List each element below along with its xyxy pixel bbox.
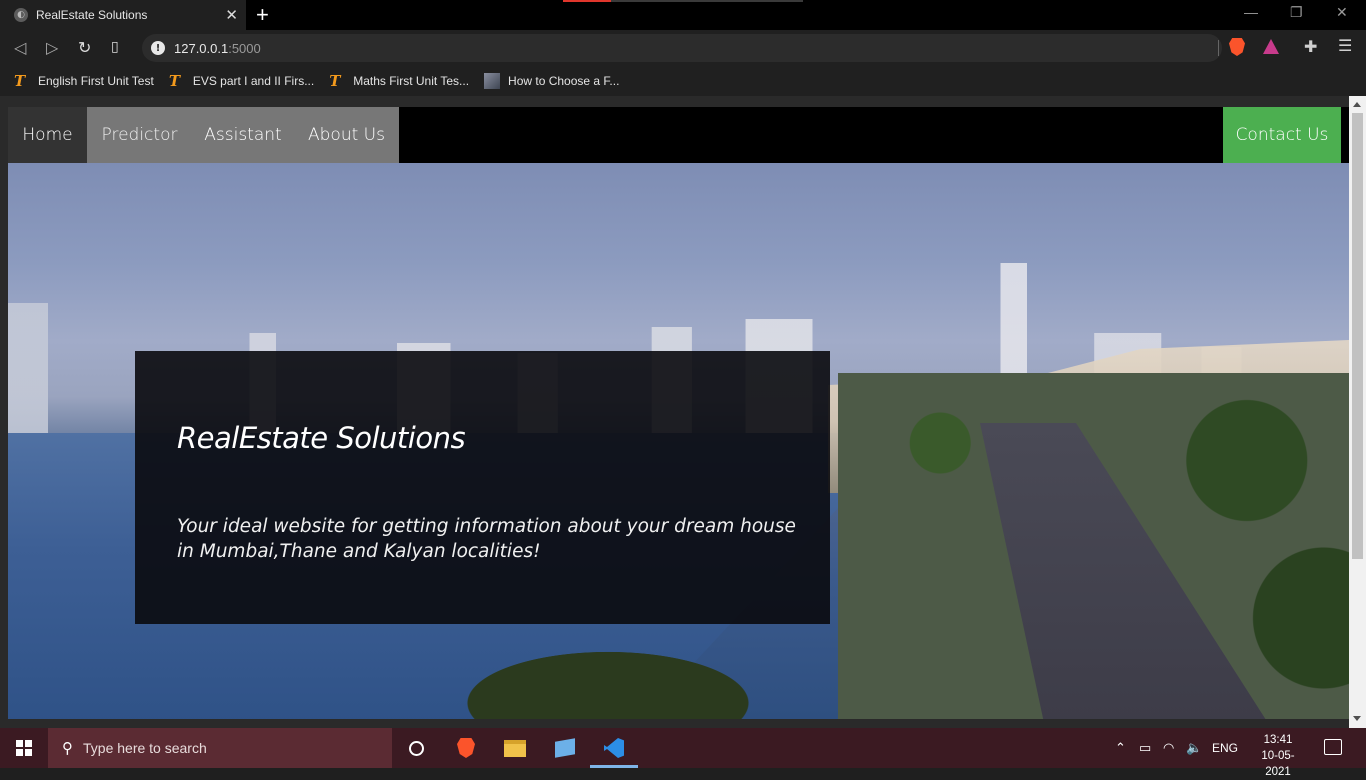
notifications-icon[interactable]	[1324, 739, 1342, 755]
url-port: :5000	[228, 40, 261, 56]
menu-icon[interactable]: ☰	[1338, 36, 1352, 55]
search-placeholder: Type here to search	[83, 740, 207, 756]
browser-tab-strip: ◐ RealEstate Solutions ✕ + — ❐ ✕	[0, 0, 1366, 30]
taskbar-app[interactable]	[541, 728, 589, 768]
reload-icon[interactable]: ↻	[78, 38, 91, 57]
media-indicator-track	[611, 0, 803, 2]
scroll-up-icon[interactable]	[1353, 102, 1361, 107]
bookmark-label: EVS part I and II Firs...	[192, 74, 315, 88]
task-view-button[interactable]	[392, 728, 440, 768]
bookmark-label: English First Unit Test	[38, 74, 154, 88]
wifi-icon[interactable]: ◠	[1163, 728, 1174, 768]
bookmark-label: Maths First Unit Tes...	[353, 74, 470, 88]
bookmark-item[interactable]: T Maths First Unit Tes...	[329, 72, 469, 90]
contact-us-button[interactable]: Contact Us	[1223, 107, 1341, 163]
hero-image: RealEstate Solutions Your ideal website …	[8, 163, 1349, 719]
extensions-icon[interactable]: ✚	[1304, 37, 1317, 56]
address-bar[interactable]: ! 127.0.0.1 :5000	[142, 34, 1222, 62]
shore-trees	[388, 623, 828, 719]
nav-about-us[interactable]: About Us	[294, 107, 399, 163]
bookmark-favicon-icon: T	[329, 72, 341, 90]
bookmark-item[interactable]: T EVS part I and II Firs...	[169, 72, 314, 90]
tray-chevron-icon[interactable]: ⌃	[1115, 728, 1126, 768]
windows-taskbar: ⚲ Type here to search ⌃ ▭ ◠ 🔈 ENG 13:41 …	[0, 728, 1366, 778]
divider	[1218, 40, 1219, 56]
close-window-icon[interactable]: ✕	[1336, 4, 1348, 21]
start-button[interactable]	[0, 728, 48, 768]
hero-title: RealEstate Solutions	[177, 421, 466, 455]
restore-icon[interactable]: ❐	[1290, 4, 1303, 21]
image-icon	[484, 73, 501, 89]
new-tab-button[interactable]: +	[256, 2, 269, 28]
hero-overlay: RealEstate Solutions Your ideal website …	[135, 351, 830, 624]
clock[interactable]: 13:41 10-05-2021	[1258, 732, 1298, 780]
windows-icon	[16, 740, 32, 756]
brave-icon	[457, 738, 475, 758]
browser-tab[interactable]: ◐ RealEstate Solutions ✕	[0, 0, 246, 30]
bookmark-icon[interactable]: ▯	[111, 39, 119, 55]
browser-toolbar: ◁ ▷ ↻ ▯ ! 127.0.0.1 :5000 ✚ ☰	[0, 30, 1366, 66]
site-navbar: Home Predictor Assistant About Us Contac…	[8, 107, 1349, 163]
scrollbar-thumb[interactable]	[1352, 113, 1363, 559]
cortana-icon	[408, 740, 424, 756]
app-icon	[555, 738, 575, 758]
bookmark-favicon-icon: T	[14, 72, 26, 90]
search-icon: ⚲	[62, 739, 73, 757]
taskbar-brave[interactable]	[442, 728, 490, 768]
tab-title: RealEstate Solutions	[36, 8, 148, 22]
brave-shields-icon[interactable]	[1229, 38, 1245, 56]
volume-icon[interactable]: 🔈	[1186, 728, 1202, 768]
globe-icon: ◐	[14, 8, 28, 22]
minimize-icon[interactable]: —	[1244, 4, 1258, 20]
close-tab-icon[interactable]: ✕	[225, 6, 238, 24]
page: Home Predictor Assistant About Us Contac…	[8, 107, 1349, 719]
forward-icon[interactable]: ▷	[46, 38, 58, 57]
hero-tagline: Your ideal website for getting informati…	[177, 516, 796, 562]
nav-assistant[interactable]: Assistant	[192, 107, 294, 163]
bookmark-item[interactable]: T English First Unit Test	[14, 72, 154, 90]
clock-time: 13:41	[1263, 734, 1293, 746]
scroll-down-icon[interactable]	[1353, 716, 1361, 721]
taskbar-search[interactable]: ⚲ Type here to search	[48, 728, 392, 768]
folder-icon	[504, 739, 526, 757]
brave-rewards-icon[interactable]	[1263, 39, 1279, 54]
page-viewport: Home Predictor Assistant About Us Contac…	[0, 96, 1366, 728]
nav-home[interactable]: Home	[8, 107, 87, 163]
bookmark-item[interactable]: How to Choose a F...	[484, 73, 619, 89]
vscode-icon	[604, 738, 624, 758]
bookmark-favicon-icon: T	[168, 72, 180, 90]
taskbar-vscode[interactable]	[590, 728, 638, 768]
back-icon[interactable]: ◁	[14, 38, 26, 57]
clock-date: 10-05-2021	[1261, 750, 1295, 778]
taskbar-file-explorer[interactable]	[491, 728, 539, 768]
scrollbar[interactable]	[1349, 96, 1366, 728]
language-indicator[interactable]: ENG	[1212, 728, 1238, 768]
url-host: 127.0.0.1	[174, 40, 229, 56]
info-icon[interactable]: !	[151, 41, 165, 55]
bookmarks-bar: T English First Unit Test T EVS part I a…	[0, 66, 1366, 96]
nav-predictor[interactable]: Predictor	[87, 107, 192, 163]
battery-icon[interactable]: ▭	[1139, 728, 1151, 768]
media-indicator	[563, 0, 611, 2]
bookmark-label: How to Choose a F...	[508, 74, 620, 88]
